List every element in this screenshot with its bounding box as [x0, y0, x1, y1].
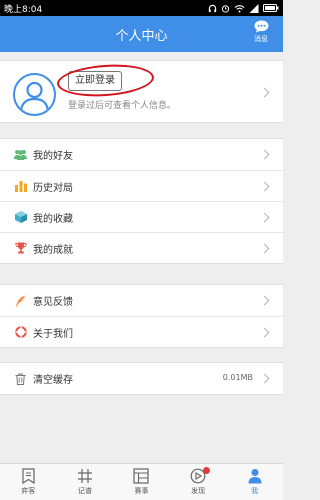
avatar[interactable] — [13, 73, 56, 116]
menu-item-label: 意见反馈 — [33, 297, 73, 308]
login-hint: 登录过后可查看个人信息。 — [68, 101, 177, 111]
collection-cube-icon — [14, 211, 27, 224]
menu-item-label: 清空缓存 — [33, 375, 73, 386]
battery-icon — [263, 4, 279, 12]
status-bar: 晚上8:04 — [0, 0, 283, 16]
chevron-right-icon — [259, 212, 270, 223]
chevron-right-icon — [259, 181, 270, 192]
friends-icon — [14, 148, 27, 161]
tab-events[interactable]: 赛事 — [113, 464, 170, 500]
chevron-right-icon — [259, 295, 270, 306]
tab-discover[interactable]: 发现 — [170, 464, 227, 500]
headphones-icon — [208, 4, 217, 12]
page-title: 个人中心 — [115, 29, 168, 44]
chevron-right-icon — [259, 243, 270, 254]
tab-me[interactable]: 我 — [226, 464, 283, 500]
menu-item-clear-cache[interactable]: 清空缓存 0.01MB — [0, 363, 283, 394]
trophy-icon — [14, 242, 27, 255]
tab-bar: 弈客 记谱 赛事 发现 我 — [0, 463, 283, 500]
nav-bar: 个人中心 消息 — [0, 16, 283, 52]
login-button[interactable]: 立即登录 — [68, 71, 122, 91]
status-icons — [208, 3, 279, 13]
chat-bubble-icon — [254, 20, 268, 33]
status-time: 晚上8:04 — [4, 4, 43, 15]
signal-icon — [249, 3, 259, 13]
tab-label: 赛事 — [134, 487, 149, 495]
chevron-right-icon — [259, 327, 270, 338]
feedback-quill-icon — [14, 294, 27, 307]
profile-card[interactable]: 立即登录 登录过后可查看个人信息。 — [0, 60, 283, 123]
tab-label: 我 — [251, 487, 259, 495]
cache-size: 0.01MB — [222, 373, 253, 382]
wifi-icon — [234, 4, 245, 12]
tournament-icon — [133, 468, 150, 484]
tab-label: 发现 — [191, 487, 206, 495]
menu-group-storage: 清空缓存 0.01MB — [0, 362, 283, 395]
menu-item-label: 历史对局 — [33, 182, 73, 194]
history-bars-icon — [14, 180, 27, 193]
menu-item-achievements[interactable]: 我的成就 — [0, 232, 283, 263]
tab-yike[interactable]: 弈客 — [0, 464, 57, 500]
notification-dot — [203, 467, 211, 474]
alarm-icon — [221, 4, 230, 13]
menu-group-social: 我的好友 历史对局 我的收藏 我的成就 — [0, 138, 283, 264]
bookmark-icon — [22, 468, 35, 484]
menu-item-label: 我的好友 — [33, 151, 73, 162]
person-icon — [248, 469, 262, 484]
tab-label: 记谱 — [77, 487, 92, 495]
menu-item-label: 关于我们 — [33, 328, 73, 340]
messages-button[interactable]: 消息 — [249, 20, 273, 50]
menu-item-friends[interactable]: 我的好友 — [0, 139, 283, 170]
menu-item-label: 我的成就 — [33, 244, 73, 256]
menu-item-feedback[interactable]: 意见反馈 — [0, 285, 283, 316]
messages-label: 消息 — [254, 35, 268, 43]
menu-item-history[interactable]: 历史对局 — [0, 170, 283, 201]
menu-item-label: 我的收藏 — [33, 213, 73, 225]
trash-icon — [14, 372, 27, 385]
default-avatar-icon — [19, 81, 50, 112]
chevron-right-icon — [259, 149, 270, 160]
menu-group-info: 意见反馈 关于我们 — [0, 284, 283, 348]
grid-board-icon — [77, 469, 92, 483]
tab-label: 弈客 — [21, 487, 36, 495]
menu-item-about[interactable]: 关于我们 — [0, 316, 283, 347]
tab-record[interactable]: 记谱 — [57, 464, 114, 500]
chevron-right-icon — [259, 373, 270, 384]
chevron-right-icon — [259, 87, 270, 98]
menu-item-collection[interactable]: 我的收藏 — [0, 201, 283, 232]
about-lifebuoy-icon — [14, 326, 27, 339]
